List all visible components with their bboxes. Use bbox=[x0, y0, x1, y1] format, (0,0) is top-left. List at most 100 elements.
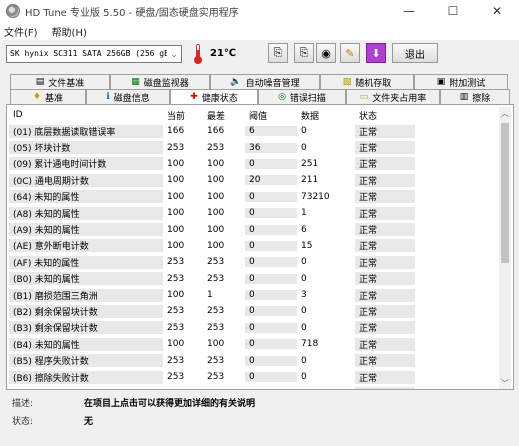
table-row[interactable]: (B4) 未知的属性 100 100 0 718 正常 bbox=[9, 336, 499, 352]
cell-status: 正常 bbox=[355, 124, 415, 138]
copy-info-button[interactable]: ⎘ bbox=[268, 43, 288, 63]
window-controls: — ☐ ✕ bbox=[387, 0, 519, 22]
hdtune-app-icon bbox=[6, 4, 20, 18]
status-label: 状态: bbox=[12, 417, 34, 427]
cell-worst: 100 bbox=[207, 191, 225, 202]
options-icon: ✎ bbox=[345, 46, 355, 60]
table-row[interactable]: (A9) 未知的属性 100 100 0 6 正常 bbox=[9, 221, 499, 237]
cell-threshold: 36 bbox=[245, 142, 297, 153]
table-row[interactable]: (B0) 未知的属性 253 253 0 0 正常 bbox=[9, 271, 499, 287]
tab-folder-usage[interactable]: ▭ 文件夹占用率 bbox=[346, 89, 440, 104]
tab-file-benchmark[interactable]: ▤ 文件基准 bbox=[10, 74, 110, 89]
tab-extra-tests[interactable]: ▣ 附加测试 bbox=[414, 74, 508, 89]
cell-data: 1 bbox=[301, 208, 307, 219]
table-row[interactable]: 正常 bbox=[9, 385, 499, 389]
table-row[interactable]: (A8) 未知的属性 100 100 0 1 正常 bbox=[9, 205, 499, 221]
table-row[interactable]: (0C) 通电周期计数 100 100 20 211 正常 bbox=[9, 172, 499, 188]
col-header-current[interactable]: 当前 bbox=[163, 108, 203, 122]
table-row[interactable]: (64) 未知的属性 100 100 0 73210 正常 bbox=[9, 189, 499, 205]
tab-noise-management[interactable]: 🔈 自动噪音管理 bbox=[210, 74, 320, 89]
cell-status: 正常 bbox=[355, 304, 415, 318]
cell-worst: 253 bbox=[207, 306, 225, 317]
cell-status: 正常 bbox=[355, 386, 415, 389]
vertical-scrollbar[interactable]: ︿ ﹀ bbox=[499, 107, 511, 389]
screenshot-button[interactable]: ◉ bbox=[316, 43, 336, 63]
cell-current: 253 bbox=[167, 355, 185, 366]
cell-threshold: 0 bbox=[245, 306, 297, 317]
cell-data: 0 bbox=[301, 372, 307, 383]
maximize-button[interactable]: ☐ bbox=[431, 0, 475, 22]
close-button[interactable]: ✕ bbox=[475, 0, 519, 22]
smart-table: ID 当前 最差 阈值 数据 状态 (01) 底层数据读取错误率 166 166 6 0… bbox=[9, 107, 499, 389]
table-row[interactable]: (AE) 意外断电计数 100 100 0 15 正常 bbox=[9, 238, 499, 254]
cell-current: 253 bbox=[167, 142, 185, 153]
tab-random-access[interactable]: ▧ 随机存取 bbox=[320, 74, 414, 89]
cell-data: 251 bbox=[301, 158, 319, 169]
cell-threshold: 0 bbox=[245, 240, 297, 251]
col-header-data[interactable]: 数据 bbox=[297, 108, 355, 122]
table-row[interactable]: (AF) 未知的属性 253 253 0 0 正常 bbox=[9, 254, 499, 270]
tab-disk-monitor[interactable]: ▦ 磁盘监视器 bbox=[110, 74, 210, 89]
cell-threshold: 0 bbox=[245, 355, 297, 366]
tab-disk-info[interactable]: ℹ 磁盘信息 bbox=[86, 89, 170, 104]
cell-status: 正常 bbox=[355, 173, 415, 187]
tab-erase[interactable]: ▥ 擦除 bbox=[440, 89, 510, 104]
file-benchmark-icon: ▤ bbox=[35, 77, 45, 87]
save-button[interactable]: ⬇ bbox=[366, 43, 386, 63]
cell-threshold: 0 bbox=[245, 257, 297, 268]
scroll-down-icon[interactable]: ﹀ bbox=[499, 377, 511, 389]
tab-error-scan[interactable]: ◎ 错误扫描 bbox=[258, 89, 346, 104]
cell-id: (B2) 剩余保留块计数 bbox=[9, 304, 163, 318]
menu-help[interactable]: 帮助(H) bbox=[52, 24, 87, 39]
tab-row-2: ♦ 基准 ℹ 磁盘信息 ✚ 健康状态 ◎ 错误扫描 ▭ 文件夹占用率 ▥ 擦除 bbox=[10, 89, 510, 104]
cell-threshold: 0 bbox=[245, 273, 297, 284]
table-row[interactable]: (B2) 剩余保留块计数 253 253 0 0 正常 bbox=[9, 303, 499, 319]
menu-file[interactable]: 文件(F) bbox=[4, 24, 38, 39]
description-value: 在项目上点击可以获得更加详细的有关说明 bbox=[84, 399, 256, 409]
cell-id: (B4) 未知的属性 bbox=[9, 337, 163, 351]
exit-button[interactable]: 退出 bbox=[392, 43, 438, 63]
cell-threshold: 0 bbox=[245, 372, 297, 383]
table-row[interactable]: (B3) 剩余保留块计数 253 253 0 0 正常 bbox=[9, 320, 499, 336]
cell-id: (A9) 未知的属性 bbox=[9, 223, 163, 237]
cell-threshold: 0 bbox=[245, 191, 297, 202]
table-row[interactable]: (05) 坏块计数 253 253 36 0 正常 bbox=[9, 139, 499, 155]
col-header-id[interactable]: ID bbox=[9, 110, 163, 120]
table-row[interactable]: (01) 底层数据读取错误率 166 166 6 0 正常 bbox=[9, 123, 499, 139]
col-header-worst[interactable]: 最差 bbox=[203, 108, 245, 122]
table-row[interactable]: (B1) 磨损范围三角洲 100 1 0 3 正常 bbox=[9, 287, 499, 303]
cell-threshold: 6 bbox=[245, 126, 297, 137]
table-row[interactable]: (09) 累计通电时间计数 100 100 0 251 正常 bbox=[9, 156, 499, 172]
col-header-status[interactable]: 状态 bbox=[355, 108, 415, 122]
cell-status: 正常 bbox=[355, 157, 415, 171]
cell-status: 正常 bbox=[355, 190, 415, 204]
options-button[interactable]: ✎ bbox=[340, 43, 360, 63]
cell-data: 211 bbox=[301, 175, 319, 186]
error-scan-icon: ◎ bbox=[278, 92, 286, 102]
chevron-down-icon[interactable]: ⌵ bbox=[167, 46, 181, 62]
cell-worst: 100 bbox=[207, 175, 225, 186]
col-header-threshold[interactable]: 阈值 bbox=[245, 108, 297, 122]
copy-info-icon: ⎘ bbox=[273, 46, 283, 59]
folder-usage-icon: ▭ bbox=[359, 92, 369, 102]
cell-current: 100 bbox=[167, 339, 185, 350]
scroll-thumb[interactable] bbox=[501, 123, 509, 263]
table-row[interactable]: (B6) 擦除失败计数 253 253 0 0 正常 bbox=[9, 369, 499, 385]
cell-threshold: 0 bbox=[245, 290, 297, 301]
thermometer-icon bbox=[194, 44, 202, 64]
cell-data: 0 bbox=[301, 257, 307, 268]
cell-id: (B3) 剩余保留块计数 bbox=[9, 321, 163, 335]
health-panel: ID 当前 最差 阈值 数据 状态 (01) 底层数据读取错误率 166 166 6 0… bbox=[6, 104, 514, 390]
tab-health[interactable]: ✚ 健康状态 bbox=[170, 89, 258, 104]
cell-worst: 253 bbox=[207, 355, 225, 366]
scroll-up-icon[interactable]: ︿ bbox=[499, 107, 511, 119]
table-row[interactable]: (B5) 程序失败计数 253 253 0 0 正常 bbox=[9, 352, 499, 368]
minimize-button[interactable]: — bbox=[387, 0, 431, 22]
extra-tests-icon: ▣ bbox=[436, 77, 446, 87]
cell-id: (64) 未知的属性 bbox=[9, 190, 163, 204]
cell-data: 73210 bbox=[301, 191, 330, 202]
drive-select[interactable]: SK hynix SC311 SATA 256GB (256 gB) ⌵ bbox=[6, 45, 182, 63]
copy-text-button[interactable]: ⎘ bbox=[294, 43, 314, 63]
tab-benchmark[interactable]: ♦ 基准 bbox=[10, 89, 86, 104]
cell-current: 100 bbox=[167, 158, 185, 169]
